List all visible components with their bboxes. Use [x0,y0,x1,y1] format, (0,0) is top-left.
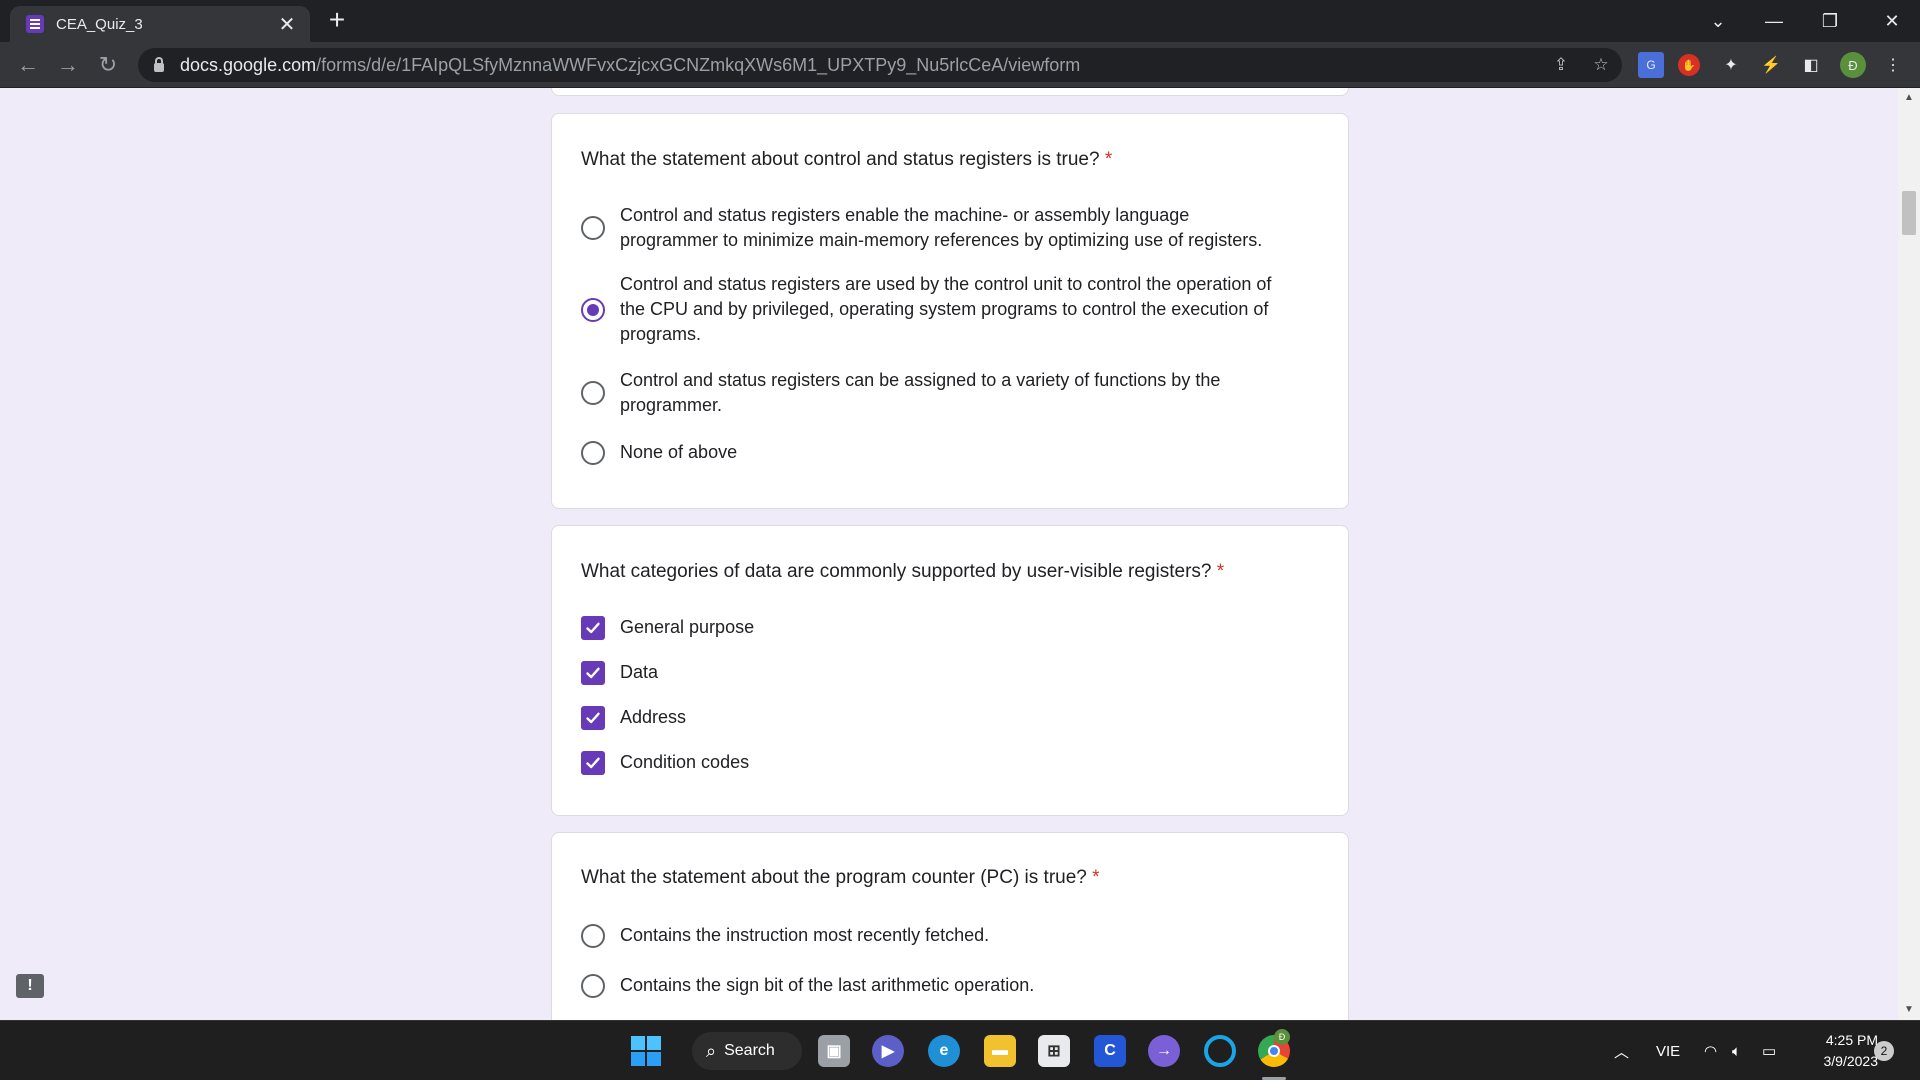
taskbar-search-label: Search [724,1042,775,1059]
option-label: Address [620,707,687,727]
share-icon[interactable]: ⇪ [1552,56,1570,74]
radio-option[interactable]: Control and status registers enable the … [581,203,1298,253]
checkbox-checked-icon[interactable] [581,705,605,730]
option-label: Data [620,662,659,682]
radio-option[interactable]: Control and status registers can be assi… [581,368,1298,418]
radio-button-selected[interactable] [581,297,605,322]
radio-button[interactable] [581,923,605,948]
side-panel-icon[interactable]: ◧ [1798,52,1824,78]
radio-option[interactable]: None of above [581,440,1298,465]
taskbar-search-button[interactable]: ⌕ Search [692,1032,802,1070]
chrome-profile-badge: Đ [1274,1029,1290,1045]
radio-option[interactable]: Control and status registers are used by… [581,272,1298,347]
profile-avatar[interactable]: Đ [1840,52,1866,78]
google-forms-favicon-icon [26,15,44,33]
option-label: Contains the instruction most recently f… [620,925,990,945]
checkbox-checked-icon[interactable] [581,615,605,640]
question-card-control-status: What the statement about control and sta… [551,113,1349,509]
task-view-icon[interactable]: ▣ [818,1035,850,1067]
adblock-icon[interactable]: ✋ [1678,54,1700,76]
tab-close-button[interactable]: ✕ [276,12,298,37]
option-label: General purpose [620,617,755,637]
scroll-up-arrow-icon[interactable]: ▲ [1898,92,1920,103]
new-tab-button[interactable]: + [322,6,352,36]
clock-date: 3/9/2023 [1823,1053,1879,1069]
microsoft-store-icon[interactable]: ⊞ [1038,1035,1070,1067]
option-label: Condition codes [620,752,750,772]
radio-button[interactable] [581,381,605,405]
tray-chevron-up-icon[interactable]: ︿ [1614,1021,1629,1080]
checkbox-option[interactable]: Condition codes [581,750,1298,775]
option-label: Contains the sign bit of the last arithm… [620,975,1035,995]
app-c-icon[interactable]: C [1094,1035,1126,1067]
radio-option[interactable]: Contains the instruction most recently f… [581,923,1298,948]
reload-icon[interactable]: ↻ [92,49,124,81]
address-bar[interactable]: docs.google.com/forms/d/e/1FAIpQLSfyMznn… [138,48,1622,82]
chrome-menu-icon[interactable]: ⋮ [1880,52,1906,78]
performance-icon[interactable]: ⚡ [1758,52,1784,78]
google-translate-icon[interactable]: G [1638,52,1664,78]
radio-button[interactable] [581,216,605,240]
page-scrollbar[interactable]: ▲ ▼ [1898,88,1920,1020]
wifi-icon[interactable]: ◠ [1704,1021,1717,1080]
browser-tab-strip: CEA_Quiz_3 ✕ + ⌄ — ❐ ✕ [0,0,1920,42]
taskbar-clock[interactable]: 4:25 PM 3/9/2023 [1796,1030,1879,1072]
tab-search-chevron-icon[interactable]: ⌄ [1690,0,1746,42]
search-icon: ⌕ [706,1040,717,1061]
tab-title: CEA_Quiz_3 [56,15,143,33]
url-text: docs.google.com/forms/d/e/1FAIpQLSfyMznn… [180,54,1081,75]
radio-option[interactable]: Contains the sign bit of the last arithm… [581,973,1298,998]
scroll-down-arrow-icon[interactable]: ▼ [1898,1004,1920,1015]
speaker-muted-icon[interactable]: 🔈︎ [1732,1021,1741,1080]
input-language[interactable]: VIE [1656,1021,1680,1080]
extensions-puzzle-icon[interactable]: ✦ [1718,52,1744,78]
app-arrow-icon[interactable]: → [1148,1035,1180,1067]
forward-arrow-icon[interactable]: → [52,49,84,81]
teams-chat-icon[interactable]: ▶ [872,1035,904,1067]
scrollbar-thumb[interactable] [1902,191,1916,235]
checkbox-checked-icon[interactable] [581,660,605,685]
file-explorer-icon[interactable]: ▬ [984,1035,1016,1067]
browser-toolbar: ← → ↻ docs.google.com/forms/d/e/1FAIpQLS… [0,42,1920,88]
option-label: Control and status registers enable the … [620,205,1263,250]
radio-button[interactable] [581,440,605,465]
battery-icon[interactable]: ▭ [1762,1021,1776,1080]
option-label: Control and status registers are used by… [620,274,1272,344]
option-label: Control and status registers can be assi… [620,370,1221,415]
edge-browser-icon[interactable]: e [928,1035,960,1067]
cortana-ring-icon[interactable] [1204,1035,1236,1067]
checkbox-option[interactable]: Data [581,660,1298,685]
question-card-program-counter: What the statement about the program cou… [551,832,1349,1020]
windows-start-icon[interactable] [630,1035,662,1067]
question-title: What the statement about control and sta… [581,149,1113,170]
clock-time: 4:25 PM [1825,1032,1878,1048]
close-window-button[interactable]: ✕ [1864,0,1920,42]
tab-cea-quiz[interactable]: CEA_Quiz_3 ✕ [10,6,310,42]
bookmark-star-icon[interactable]: ☆ [1592,56,1610,74]
restore-button[interactable]: ❐ [1802,0,1858,42]
windows-taskbar: ⌕ Search ▣ ▶ e ▬ ⊞ C → Đ ︿ VIE ◠ 🔈︎ ▭ 4:… [0,1020,1920,1080]
question-title: What categories of data are commonly sup… [581,561,1225,582]
checkbox-option[interactable]: General purpose [581,615,1298,640]
previous-card-bottom [551,88,1349,96]
form-page: What the statement about control and sta… [0,88,1920,1020]
minimize-button[interactable]: — [1746,0,1802,42]
notification-count-badge[interactable]: 2 [1874,1041,1894,1061]
checkbox-checked-icon[interactable] [581,750,605,775]
report-feedback-button[interactable]: ! [16,974,44,998]
back-arrow-icon[interactable]: ← [12,49,44,81]
radio-button[interactable] [581,973,605,998]
option-label: None of above [620,442,738,462]
question-card-data-categories: What categories of data are commonly sup… [551,525,1349,816]
lock-icon [154,56,164,72]
checkbox-option[interactable]: Address [581,705,1298,730]
question-title: What the statement about the program cou… [581,867,1100,888]
